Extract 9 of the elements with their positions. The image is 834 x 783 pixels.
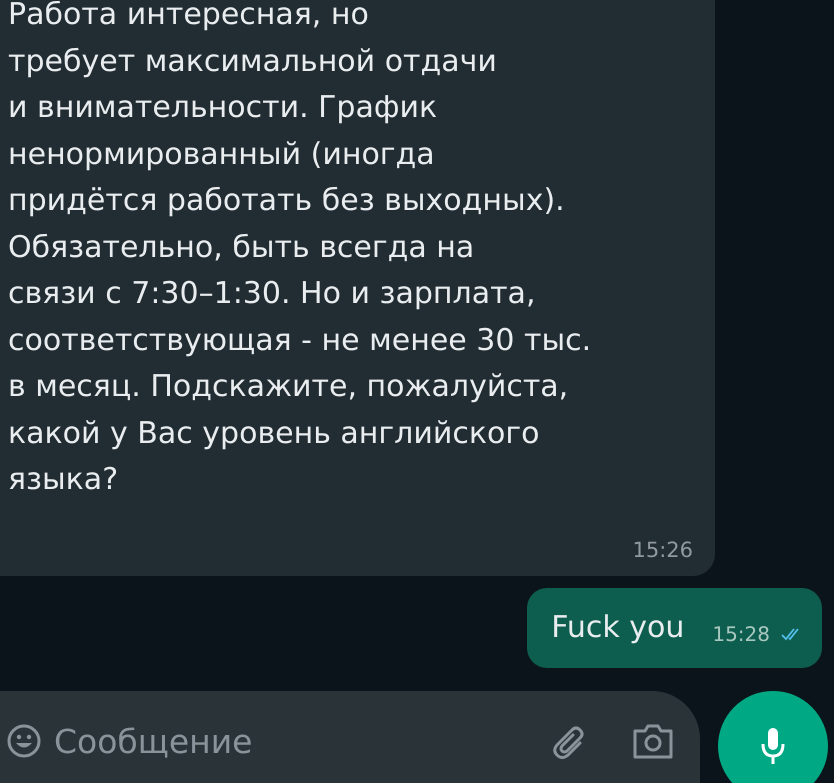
emoji-icon[interactable] [6, 723, 42, 759]
microphone-icon [760, 726, 786, 766]
message-text: Работа интересная, но требует максимальной отдачи и внимательности. График ненормированный (иногда придётся работать без выходных). Обязательно, быть всегда на связи с 7:30–1:30. Но и зарплата, соответствующая - не менее 30 тыс. в месяц. Подскажите, пожалуйста, какой у Вас уровень английского языка? [8, 0, 592, 499]
message-field[interactable]: Сообщение [0, 691, 700, 783]
camera-icon[interactable] [632, 722, 674, 760]
message-time: 15:26 [632, 538, 693, 562]
message-text: Fuck you [551, 608, 684, 646]
message-time: 15:28 [712, 622, 770, 646]
message-input-field[interactable]: Сообщение [54, 722, 538, 760]
